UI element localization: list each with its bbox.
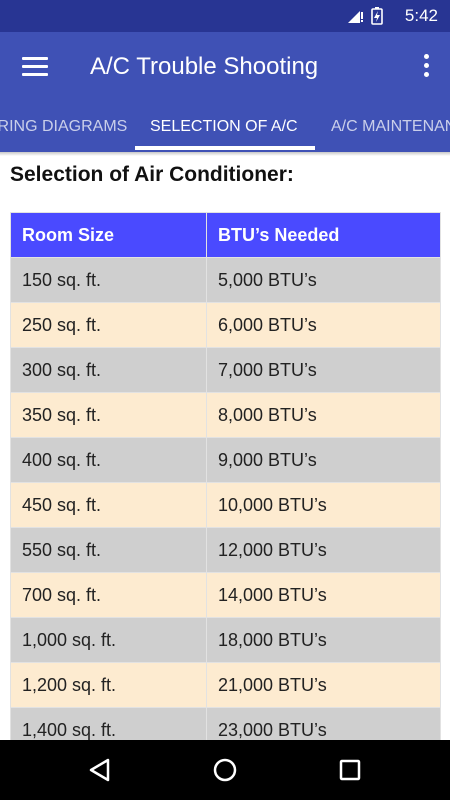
- table-row: 550 sq. ft. 12,000 BTU’s: [10, 527, 441, 573]
- cell-btus: 8,000 BTU’s: [206, 392, 441, 438]
- overflow-menu-icon[interactable]: [422, 54, 430, 82]
- table-row: 250 sq. ft. 6,000 BTU’s: [10, 302, 441, 348]
- cell-room-size: 350 sq. ft.: [10, 392, 207, 438]
- section-title: Selection of Air Conditioner:: [10, 163, 294, 186]
- cell-btus: 18,000 BTU’s: [206, 617, 441, 663]
- btu-table: Room Size BTU’s Needed 150 sq. ft. 5,000…: [10, 212, 441, 740]
- tab-indicator: [135, 146, 315, 150]
- home-icon[interactable]: [211, 756, 239, 784]
- cell-btus: 10,000 BTU’s: [206, 482, 441, 528]
- tab-wiring-diagrams[interactable]: WIRING DIAGRAMS: [0, 104, 127, 152]
- header-room-size: Room Size: [10, 212, 207, 258]
- cell-btus: 23,000 BTU’s: [206, 707, 441, 740]
- app-title: A/C Trouble Shooting: [90, 53, 319, 80]
- cell-room-size: 450 sq. ft.: [10, 482, 207, 528]
- system-nav-bar: [0, 740, 450, 800]
- cell-room-size: 1,000 sq. ft.: [10, 617, 207, 663]
- table-row: 450 sq. ft. 10,000 BTU’s: [10, 482, 441, 528]
- table-row: 150 sq. ft. 5,000 BTU’s: [10, 257, 441, 303]
- table-row: 1,200 sq. ft. 21,000 BTU’s: [10, 662, 441, 708]
- battery-icon: [371, 7, 383, 25]
- status-time: 5:42: [404, 6, 438, 25]
- tab-selection-of-ac[interactable]: SELECTION OF A/C: [150, 104, 298, 152]
- app-bar: A/C Trouble Shooting: [0, 32, 450, 104]
- cell-room-size: 150 sq. ft.: [10, 257, 207, 303]
- recents-icon[interactable]: [336, 756, 364, 784]
- cell-btus: 21,000 BTU’s: [206, 662, 441, 708]
- cell-btus: 5,000 BTU’s: [206, 257, 441, 303]
- content-area[interactable]: Selection of Air Conditioner: Room Size …: [0, 152, 450, 740]
- tab-bar: WIRING DIAGRAMS SELECTION OF A/C A/C MAI…: [0, 104, 450, 152]
- cell-room-size: 550 sq. ft.: [10, 527, 207, 573]
- cell-room-size: 1,400 sq. ft.: [10, 707, 207, 740]
- table-row: 1,000 sq. ft. 18,000 BTU’s: [10, 617, 441, 663]
- cell-btus: 14,000 BTU’s: [206, 572, 441, 618]
- cell-room-size: 300 sq. ft.: [10, 347, 207, 393]
- cell-room-size: 1,200 sq. ft.: [10, 662, 207, 708]
- cell-btus: 12,000 BTU’s: [206, 527, 441, 573]
- table-row: 300 sq. ft. 7,000 BTU’s: [10, 347, 441, 393]
- menu-icon[interactable]: [22, 57, 48, 79]
- table-row: 350 sq. ft. 8,000 BTU’s: [10, 392, 441, 438]
- signal-battery-icons: [348, 7, 383, 25]
- cell-btus: 7,000 BTU’s: [206, 347, 441, 393]
- cell-room-size: 400 sq. ft.: [10, 437, 207, 483]
- cell-btus: 9,000 BTU’s: [206, 437, 441, 483]
- signal-icon: [348, 11, 363, 23]
- cell-room-size: 250 sq. ft.: [10, 302, 207, 348]
- cell-room-size: 700 sq. ft.: [10, 572, 207, 618]
- status-bar: 5:42: [0, 0, 450, 32]
- tab-ac-maintenance[interactable]: A/C MAINTENANCE: [331, 104, 450, 152]
- table-row: 400 sq. ft. 9,000 BTU’s: [10, 437, 441, 483]
- back-icon[interactable]: [86, 756, 114, 784]
- header-btus-needed: BTU’s Needed: [206, 212, 441, 258]
- table-row: 700 sq. ft. 14,000 BTU’s: [10, 572, 441, 618]
- cell-btus: 6,000 BTU’s: [206, 302, 441, 348]
- table-row: 1,400 sq. ft. 23,000 BTU’s: [10, 707, 441, 740]
- table-header-row: Room Size BTU’s Needed: [10, 212, 441, 258]
